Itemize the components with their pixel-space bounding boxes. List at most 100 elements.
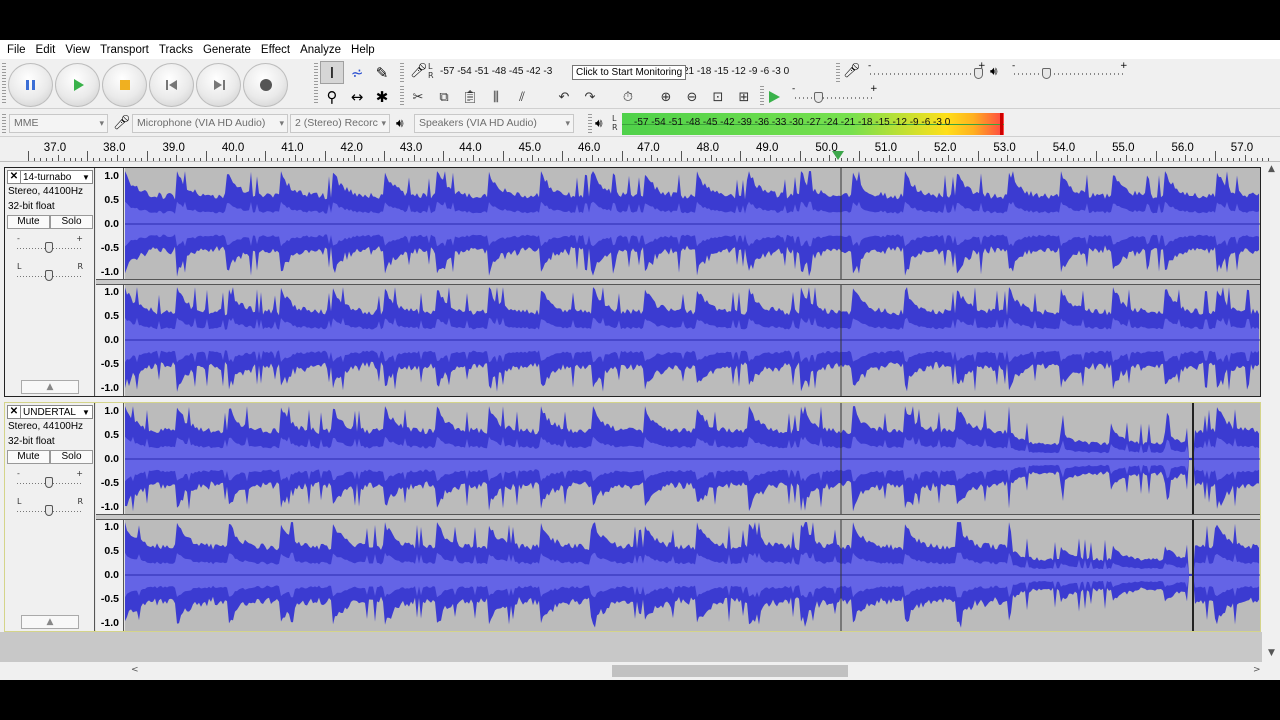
trim-audio-icon[interactable]: ⫼ xyxy=(484,86,508,108)
collapse-track-button[interactable]: ▲ xyxy=(21,380,79,394)
track-control-panel[interactable]: ✕ 14-turnabo ▼ Stereo, 44100Hz 32-bit fl… xyxy=(5,168,95,396)
mute-button[interactable]: Mute xyxy=(7,450,50,464)
menu-edit[interactable]: Edit xyxy=(31,44,61,56)
play-button[interactable] xyxy=(55,63,100,107)
menu-generate[interactable]: Generate xyxy=(198,44,256,56)
vertical-ruler[interactable]: 1.0 0.5 0.0 -0.5 -1.0 xyxy=(96,168,124,280)
play-at-speed-button[interactable] xyxy=(766,88,782,106)
empty-track-area[interactable] xyxy=(0,632,1262,662)
skip-to-start-button[interactable] xyxy=(149,63,194,107)
solo-button[interactable]: Solo xyxy=(50,215,93,229)
playback-meter[interactable]: -57 -54 -51 -48 -45 -42 -39 -36 -33 -30 … xyxy=(622,113,1004,135)
ruler-tick xyxy=(668,158,670,161)
toolbar-grip[interactable] xyxy=(836,63,840,83)
scroll-left-icon[interactable]: < xyxy=(131,665,139,675)
redo-icon[interactable]: ↷ xyxy=(578,86,602,108)
fit-project-icon[interactable]: ⊞ xyxy=(732,86,756,108)
stop-button[interactable] xyxy=(102,63,147,107)
menu-tracks[interactable]: Tracks xyxy=(154,44,198,56)
record-meter[interactable]: 🎤︎ LR -57 -54 -51 -48 -45 -42 -3 xyxy=(410,62,552,80)
sync-lock-icon[interactable]: ⏱ xyxy=(616,86,640,108)
horizontal-scrollbar[interactable]: < > xyxy=(0,662,1264,680)
toolbar-grip[interactable] xyxy=(2,63,6,105)
track-name[interactable]: UNDERTAL xyxy=(21,407,80,418)
vertical-ruler[interactable]: 1.0 0.5 0.0 -0.5 -1.0 xyxy=(96,519,124,631)
paste-icon[interactable]: 📋︎ xyxy=(458,86,482,108)
chevron-down-icon[interactable]: ▼ xyxy=(80,408,92,417)
audio-track[interactable]: ✕ 14-turnabo ▼ Stereo, 44100Hz 32-bit fl… xyxy=(4,167,1261,397)
skip-to-end-button[interactable] xyxy=(196,63,241,107)
timeline-ruler[interactable]: 37.0 38.0 39.0 40.0 41.0 42.0 43.0 44.0 45.0 46.0… xyxy=(0,138,1280,162)
toolbar-grip[interactable] xyxy=(400,63,404,83)
pan-slider-thumb[interactable] xyxy=(45,270,53,281)
toolbar-grip[interactable] xyxy=(588,114,592,133)
silence-audio-icon[interactable]: ⫽ xyxy=(510,86,534,108)
play-speed-slider-track[interactable] xyxy=(795,97,875,99)
menu-file[interactable]: File xyxy=(2,44,31,56)
ruler-tick xyxy=(1226,158,1228,161)
solo-button[interactable]: Solo xyxy=(50,450,93,464)
channel-separator[interactable] xyxy=(96,279,1260,285)
gain-slider-thumb[interactable] xyxy=(45,477,53,488)
menu-effect[interactable]: Effect xyxy=(256,44,295,56)
undo-icon[interactable]: ↶ xyxy=(552,86,576,108)
toolbar-grip[interactable] xyxy=(760,86,764,106)
input-volume-slider-track[interactable] xyxy=(870,73,982,75)
waveform-channel-left[interactable] xyxy=(125,403,1260,515)
toolbar-grip[interactable] xyxy=(314,63,318,105)
time-shift-tool-icon[interactable]: ↔ xyxy=(345,85,369,108)
track-title-bar[interactable]: ✕ 14-turnabo ▼ xyxy=(7,170,93,184)
chevron-down-icon[interactable]: ▼ xyxy=(80,173,92,182)
recording-channels-select[interactable]: 2 (Stereo) Recorc ▾ xyxy=(290,114,390,133)
draw-tool-icon[interactable]: ✎ xyxy=(370,61,394,84)
vertical-ruler[interactable]: 1.0 0.5 0.0 -0.5 -1.0 xyxy=(96,284,124,396)
collapse-track-button[interactable]: ▲ xyxy=(21,615,79,629)
menu-analyze[interactable]: Analyze xyxy=(295,44,346,56)
recording-device-select[interactable]: Microphone (VIA HD Audio) ▾ xyxy=(132,114,288,133)
output-volume-slider-thumb[interactable] xyxy=(1042,68,1051,79)
waveform-channel-right[interactable] xyxy=(125,284,1260,396)
record-button[interactable] xyxy=(243,63,288,107)
gain-slider[interactable]: - + xyxy=(17,234,83,254)
track-title-bar[interactable]: ✕ UNDERTAL ▼ xyxy=(7,405,93,419)
zoom-out-icon[interactable]: ⊖ xyxy=(680,86,704,108)
copy-icon[interactable]: ⧉ xyxy=(432,86,456,108)
zoom-tool-icon[interactable]: ⚲ xyxy=(320,85,344,108)
waveform-channel-left[interactable] xyxy=(125,168,1260,280)
play-speed-slider-thumb[interactable] xyxy=(814,92,823,103)
envelope-tool-icon[interactable]: ⩫ xyxy=(345,61,369,84)
pan-slider[interactable]: L R xyxy=(17,262,83,282)
menu-help[interactable]: Help xyxy=(346,44,380,56)
toolbar-grip[interactable] xyxy=(2,114,6,133)
multi-tool-icon[interactable]: ✱ xyxy=(370,85,394,108)
pause-button[interactable] xyxy=(8,63,53,107)
mute-button[interactable]: Mute xyxy=(7,215,50,229)
track-name[interactable]: 14-turnabo xyxy=(21,172,80,183)
vertical-scrollbar[interactable]: ▲ ▼ xyxy=(1264,162,1280,662)
audio-host-select[interactable]: MME ▾ xyxy=(9,114,108,133)
selection-tool-icon[interactable]: I xyxy=(320,61,344,84)
fit-selection-icon[interactable]: ⊡ xyxy=(706,86,730,108)
output-volume-slider-track[interactable] xyxy=(1014,73,1126,75)
pan-slider-thumb[interactable] xyxy=(45,505,53,516)
horizontal-scroll-thumb[interactable] xyxy=(612,665,848,677)
close-icon[interactable]: ✕ xyxy=(8,406,21,418)
gain-slider-thumb[interactable] xyxy=(45,242,53,253)
menu-transport[interactable]: Transport xyxy=(95,44,154,56)
toolbar-grip[interactable] xyxy=(400,86,404,106)
zoom-in-icon[interactable]: ⊕ xyxy=(654,86,678,108)
gain-slider[interactable]: - + xyxy=(17,469,83,489)
scroll-down-icon[interactable]: ▼ xyxy=(1268,648,1275,658)
menu-view[interactable]: View xyxy=(60,44,95,56)
track-control-panel[interactable]: ✕ UNDERTAL ▼ Stereo, 44100Hz 32-bit floa… xyxy=(5,403,95,631)
cut-icon[interactable]: ✂ xyxy=(406,86,430,108)
channel-separator[interactable] xyxy=(96,514,1260,520)
scroll-up-icon[interactable]: ▲ xyxy=(1268,164,1275,174)
playback-device-select[interactable]: Speakers (VIA HD Audio) ▾ xyxy=(414,114,574,133)
waveform-channel-right[interactable] xyxy=(125,519,1260,631)
close-icon[interactable]: ✕ xyxy=(8,171,21,183)
vertical-ruler[interactable]: 1.0 0.5 0.0 -0.5 -1.0 xyxy=(96,403,124,515)
audio-track[interactable]: ✕ UNDERTAL ▼ Stereo, 44100Hz 32-bit floa… xyxy=(4,402,1261,632)
pan-slider[interactable]: L R xyxy=(17,497,83,517)
scroll-right-icon[interactable]: > xyxy=(1253,665,1261,675)
